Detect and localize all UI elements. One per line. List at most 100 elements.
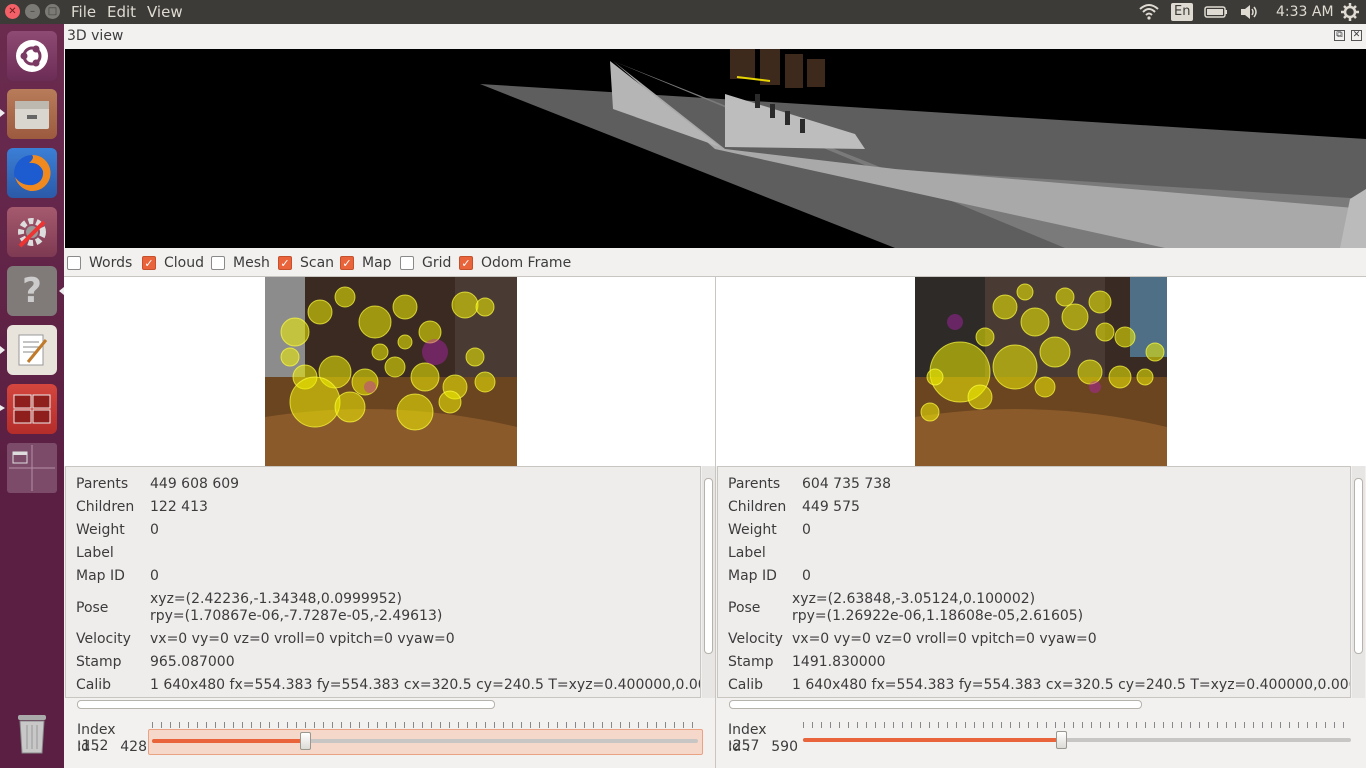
volume-icon[interactable] <box>1238 0 1260 24</box>
launcher-running-indicator <box>0 405 5 411</box>
left-camera-image <box>265 277 517 466</box>
left-image-view[interactable] <box>64 277 715 466</box>
left-id-label: Id : 428 <box>77 739 147 755</box>
right-vertical-scrollbar[interactable] <box>1352 466 1365 698</box>
checkbox-words-box[interactable] <box>67 256 81 270</box>
left-calib-label: Calib <box>76 677 112 693</box>
left-calib-value: 1 640x480 fx=554.383 fy=554.383 cx=320.5… <box>150 677 700 693</box>
checkbox-scan-label: Scan <box>300 255 335 271</box>
right-mapid-label: Map ID <box>728 568 777 584</box>
left-weight-value: 0 <box>150 522 159 538</box>
right-node-info: Parents 604 735 738 Children 449 575 Weigh… <box>717 466 1351 698</box>
right-node-pane: Parents 604 735 738 Children 449 575 Weigh… <box>715 277 1366 768</box>
right-hscroll-thumb[interactable] <box>729 700 1142 709</box>
menu-file[interactable]: File <box>71 3 96 21</box>
right-velocity-label: Velocity <box>728 631 783 647</box>
checkbox-grid-label: Grid <box>422 255 452 271</box>
checkbox-words-label: Words <box>89 255 133 271</box>
right-label-label: Label <box>728 545 766 561</box>
menu-view[interactable]: View <box>147 3 183 21</box>
left-horizontal-scrollbar[interactable] <box>65 698 701 712</box>
left-index-slider[interactable] <box>152 732 698 750</box>
left-weight-label: Weight <box>76 522 125 538</box>
top-panel: ✕ – □ File Edit View En 4:33 AM <box>0 0 1366 24</box>
dock-float-button[interactable]: ⧉ <box>1334 30 1345 41</box>
checkbox-words[interactable]: Words <box>67 253 132 273</box>
right-pose-rpy: rpy=(1.26922e-06,1.18608e-05,2.61605) <box>792 608 1084 624</box>
checkbox-grid[interactable]: Grid <box>400 253 451 273</box>
right-horizontal-scrollbar[interactable] <box>717 698 1351 712</box>
left-vscroll-thumb[interactable] <box>704 478 713 654</box>
checkbox-grid-box[interactable] <box>400 256 414 270</box>
checkbox-scan[interactable]: ✓ Scan <box>278 253 334 273</box>
wifi-icon[interactable] <box>1138 0 1160 24</box>
left-mapid-label: Map ID <box>76 568 125 584</box>
system-settings-icon[interactable] <box>7 207 57 257</box>
launcher-running-indicator <box>0 109 5 117</box>
system-gear-icon[interactable] <box>1340 0 1360 24</box>
checkbox-mesh-box[interactable] <box>211 256 225 270</box>
menu-edit[interactable]: Edit <box>107 3 136 21</box>
left-slider-handle[interactable] <box>299 732 311 750</box>
right-index-slider[interactable] <box>803 731 1351 749</box>
right-parents-value: 604 735 738 <box>802 476 892 492</box>
checkbox-mesh[interactable]: Mesh <box>211 253 270 273</box>
right-calib-value: 1 640x480 fx=554.383 fy=554.383 cx=320.5… <box>792 677 1351 693</box>
right-mapid-value: 0 <box>802 568 811 584</box>
right-slider-fill <box>803 738 1061 742</box>
checkbox-cloud-box[interactable]: ✓ <box>142 256 156 270</box>
terminal-icon[interactable] <box>7 384 57 434</box>
left-pose-rpy: rpy=(1.70867e-06,-7.7287e-05,-2.49613) <box>150 608 443 624</box>
battery-icon[interactable] <box>1203 0 1229 24</box>
left-parents-label: Parents <box>76 476 129 492</box>
keyboard-layout-indicator[interactable]: En <box>1171 3 1194 21</box>
right-slider-handle[interactable] <box>1055 731 1067 749</box>
right-parents-label: Parents <box>728 476 781 492</box>
right-image-view[interactable] <box>716 277 1366 466</box>
checkbox-mesh-label: Mesh <box>233 255 270 271</box>
right-stamp-value: 1491.830000 <box>792 654 886 670</box>
left-label-label: Label <box>76 545 114 561</box>
left-velocity-value: vx=0 vy=0 vz=0 vroll=0 vpitch=0 vyaw=0 <box>150 631 455 647</box>
right-velocity-value: vx=0 vy=0 vz=0 vroll=0 vpitch=0 vyaw=0 <box>792 631 1097 647</box>
firefox-icon[interactable] <box>7 148 57 198</box>
right-stamp-label: Stamp <box>728 654 774 670</box>
help-icon[interactable]: ? <box>7 266 57 316</box>
window-close-button[interactable]: ✕ <box>5 4 20 19</box>
left-slider-ticks <box>152 722 698 728</box>
workspace-switcher-icon[interactable] <box>7 443 57 493</box>
display-options-bar: Words ✓ Cloud Mesh ✓ Scan ✓ Map Grid ✓ Odom … <box>64 250 1366 276</box>
ubuntu-dash-icon[interactable] <box>7 31 57 81</box>
right-pose-xyz: xyz=(2.63848,-3.05124,0.100002) <box>792 591 1036 607</box>
checkbox-cloud[interactable]: ✓ Cloud <box>142 253 204 273</box>
checkbox-map[interactable]: ✓ Map <box>340 253 392 273</box>
checkbox-odom-frame-box[interactable]: ✓ <box>459 256 473 270</box>
checkbox-map-label: Map <box>362 255 392 271</box>
app-window: 3D view ⧉ ✕ Words ✓ Cloud Mesh ✓ Scan ✓ Map… <box>64 24 1366 768</box>
left-stamp-value: 965.087000 <box>150 654 235 670</box>
window-minimize-button[interactable]: – <box>25 4 40 19</box>
window-maximize-button[interactable]: □ <box>45 4 60 19</box>
clock[interactable]: 4:33 AM <box>1276 0 1334 24</box>
3d-view-canvas[interactable] <box>65 49 1366 248</box>
left-stamp-label: Stamp <box>76 654 122 670</box>
left-children-label: Children <box>76 499 135 515</box>
right-calib-label: Calib <box>728 677 764 693</box>
checkbox-odom-frame[interactable]: ✓ Odom Frame <box>459 253 571 273</box>
trash-icon[interactable] <box>7 709 57 759</box>
checkbox-map-box[interactable]: ✓ <box>340 256 354 270</box>
right-id-value: 590 <box>771 739 798 755</box>
right-children-value: 449 575 <box>802 499 860 515</box>
left-children-value: 122 413 <box>150 499 208 515</box>
dock-close-button[interactable]: ✕ <box>1351 30 1362 41</box>
right-vscroll-thumb[interactable] <box>1354 478 1363 654</box>
checkbox-scan-box[interactable]: ✓ <box>278 256 292 270</box>
files-icon[interactable] <box>7 89 57 139</box>
left-id-label-text: Id : <box>77 739 100 755</box>
right-id-label-text: Id : <box>728 739 751 755</box>
text-editor-icon[interactable] <box>7 325 57 375</box>
left-pose-label: Pose <box>76 600 109 616</box>
right-slider-ticks <box>803 722 1351 728</box>
left-hscroll-thumb[interactable] <box>77 700 495 709</box>
left-vertical-scrollbar[interactable] <box>702 466 715 698</box>
